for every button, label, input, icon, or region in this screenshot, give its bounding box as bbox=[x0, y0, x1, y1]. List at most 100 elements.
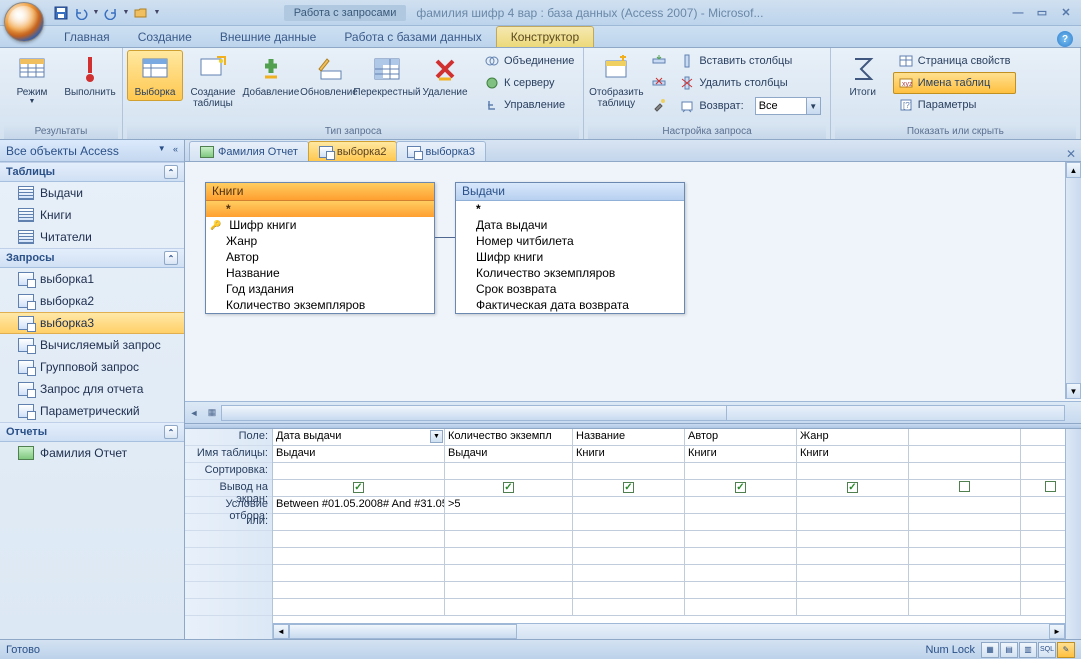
qbe-cell[interactable] bbox=[685, 463, 797, 480]
nav-item[interactable]: Параметрический bbox=[0, 400, 184, 422]
qbe-cell[interactable] bbox=[445, 582, 573, 599]
undo-dropdown-icon[interactable]: ▼ bbox=[92, 4, 100, 22]
collapse-group-icon[interactable]: ⌃ bbox=[164, 251, 178, 265]
qbe-cell[interactable] bbox=[685, 497, 797, 514]
qbe-cell[interactable] bbox=[273, 531, 445, 548]
doc-tab[interactable]: выборка2 bbox=[308, 141, 398, 161]
qbe-cell[interactable] bbox=[273, 463, 445, 480]
show-checkbox[interactable] bbox=[735, 482, 746, 493]
insert-cols-button[interactable]: Вставить столбцы bbox=[674, 50, 825, 72]
qbe-cell[interactable] bbox=[273, 565, 445, 582]
delete-cols-button[interactable]: Удалить столбцы bbox=[674, 72, 825, 94]
doc-tab[interactable]: выборка3 bbox=[396, 141, 486, 161]
nav-item[interactable]: Вычисляемый запрос bbox=[0, 334, 184, 356]
qat-customize-icon[interactable]: ▼ bbox=[152, 4, 162, 22]
qbe-cell[interactable]: Between #01.05.2008# And #31.05.2008# bbox=[273, 497, 445, 514]
qbe-cell[interactable] bbox=[797, 565, 909, 582]
qbe-cell[interactable]: Книги bbox=[685, 446, 797, 463]
join-line[interactable] bbox=[435, 237, 455, 238]
nav-item[interactable]: Читатели bbox=[0, 226, 184, 248]
qbe-cell[interactable] bbox=[685, 548, 797, 565]
minimize-icon[interactable]: — bbox=[1007, 5, 1029, 21]
qbe-cell[interactable] bbox=[273, 548, 445, 565]
nav-item[interactable]: Групповой запрос bbox=[0, 356, 184, 378]
design-hscroll[interactable]: ◄ ▦ bbox=[185, 401, 1081, 423]
union-button[interactable]: Объединение bbox=[479, 50, 579, 72]
nav-group-header[interactable]: Таблицы⌃ bbox=[0, 162, 184, 182]
doc-tab[interactable]: Фамилия Отчет bbox=[189, 141, 309, 161]
field-row[interactable]: Дата выдачи bbox=[456, 217, 684, 233]
totals-button[interactable]: Итоги bbox=[835, 50, 891, 101]
append-button[interactable]: Добавление bbox=[243, 50, 299, 101]
qbe-cell[interactable] bbox=[445, 531, 573, 548]
qbe-cell[interactable] bbox=[445, 514, 573, 531]
qbe-cell[interactable] bbox=[445, 548, 573, 565]
field-row[interactable]: Год издания bbox=[206, 281, 434, 297]
show-checkbox[interactable] bbox=[503, 482, 514, 493]
qbe-cell[interactable]: Дата выдачи▼ bbox=[273, 429, 445, 446]
qbe-cell[interactable] bbox=[573, 497, 685, 514]
qbe-cell[interactable]: Количество экземпл bbox=[445, 429, 573, 446]
show-table-button[interactable]: Отобразить таблицу bbox=[588, 50, 644, 112]
qbe-cell[interactable] bbox=[273, 599, 445, 616]
collapse-group-icon[interactable]: ⌃ bbox=[164, 425, 178, 439]
qbe-cell[interactable] bbox=[909, 582, 1021, 599]
field-row[interactable]: Фактическая дата возврата bbox=[456, 297, 684, 313]
select-query-button[interactable]: Выборка bbox=[127, 50, 183, 101]
qbe-cell[interactable]: Выдачи bbox=[273, 446, 445, 463]
field-row[interactable]: Название bbox=[206, 265, 434, 281]
qbe-cell[interactable] bbox=[573, 480, 685, 497]
qbe-cell[interactable] bbox=[797, 548, 909, 565]
restore-icon[interactable]: ▭ bbox=[1031, 5, 1053, 21]
delete-button[interactable]: Удаление bbox=[417, 50, 473, 101]
field-row[interactable]: Количество экземпляров bbox=[456, 265, 684, 281]
run-button[interactable]: Выполнить bbox=[62, 50, 118, 101]
qbe-cell[interactable]: Книги bbox=[797, 446, 909, 463]
show-checkbox[interactable] bbox=[353, 482, 364, 493]
parameters-button[interactable]: [?]Параметры bbox=[893, 94, 1016, 116]
tab-dbtools[interactable]: Работа с базами данных bbox=[330, 27, 495, 47]
qbe-cell[interactable] bbox=[797, 514, 909, 531]
qbe-cell[interactable] bbox=[685, 599, 797, 616]
nav-item[interactable]: выборка3 bbox=[0, 312, 184, 334]
close-icon[interactable]: ✕ bbox=[1055, 5, 1077, 21]
field-row[interactable]: Автор bbox=[206, 249, 434, 265]
qbe-hscroll[interactable]: ◄► bbox=[273, 623, 1065, 639]
qbe-cell[interactable] bbox=[573, 531, 685, 548]
property-sheet-button[interactable]: Страница свойств bbox=[893, 50, 1016, 72]
qbe-cell[interactable] bbox=[273, 514, 445, 531]
field-row[interactable]: * bbox=[206, 201, 434, 217]
qbe-vscroll[interactable] bbox=[1065, 429, 1081, 639]
design-view-icon[interactable]: ✎ bbox=[1057, 642, 1075, 658]
qbe-cell[interactable] bbox=[445, 565, 573, 582]
qbe-cell[interactable] bbox=[797, 531, 909, 548]
qbe-cell[interactable] bbox=[573, 582, 685, 599]
return-value-combo[interactable]: ▼ bbox=[755, 97, 821, 115]
qbe-cell[interactable] bbox=[573, 599, 685, 616]
redo-dropdown-icon[interactable]: ▼ bbox=[122, 4, 130, 22]
qbe-cell[interactable] bbox=[909, 446, 1021, 463]
qbe-cell[interactable]: >5 bbox=[445, 497, 573, 514]
qbe-cell[interactable]: Название bbox=[573, 429, 685, 446]
make-table-button[interactable]: Создание таблицы bbox=[185, 50, 241, 112]
qbe-cell[interactable] bbox=[797, 497, 909, 514]
qbe-cell[interactable] bbox=[685, 531, 797, 548]
qbe-cell[interactable] bbox=[273, 582, 445, 599]
crosstab-button[interactable]: Перекрестный bbox=[359, 50, 415, 101]
qbe-cell[interactable] bbox=[909, 531, 1021, 548]
qbe-cell[interactable] bbox=[797, 463, 909, 480]
delete-rows-button[interactable] bbox=[646, 72, 672, 94]
qbe-cell[interactable] bbox=[445, 599, 573, 616]
qbe-cell[interactable] bbox=[685, 514, 797, 531]
qbe-cell[interactable] bbox=[797, 599, 909, 616]
tab-external[interactable]: Внешние данные bbox=[206, 27, 331, 47]
scroll-left-icon[interactable]: ◄ bbox=[187, 406, 201, 420]
tab-home[interactable]: Главная bbox=[50, 27, 124, 47]
update-button[interactable]: Обновление bbox=[301, 50, 357, 101]
qbe-cell[interactable] bbox=[797, 480, 909, 497]
nav-collapse-icon[interactable]: « bbox=[173, 144, 178, 158]
field-row[interactable]: Срок возврата bbox=[456, 281, 684, 297]
field-row[interactable]: Жанр bbox=[206, 233, 434, 249]
table-names-button[interactable]: xyzИмена таблиц bbox=[893, 72, 1016, 94]
qbe-cell[interactable] bbox=[685, 565, 797, 582]
